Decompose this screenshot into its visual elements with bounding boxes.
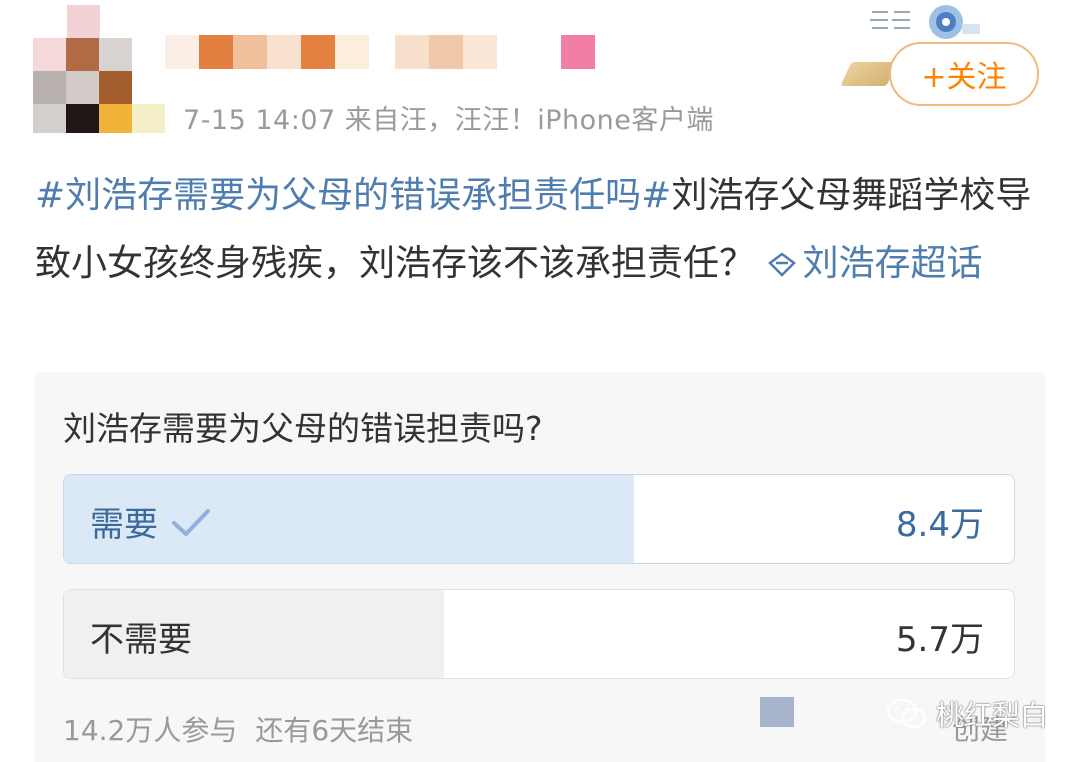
follow-label: +关注 [921, 60, 1007, 95]
poll-footer: 14.2万人参与 还有6天结束 [63, 709, 431, 749]
poll-option-label: 不需要 [90, 620, 192, 660]
check-icon [172, 508, 210, 536]
follow-button[interactable]: +关注 [889, 42, 1039, 106]
poll-remaining: 还有6天结束 [255, 714, 414, 747]
poll-option-label: 需要 [90, 505, 158, 545]
hashtag-link[interactable]: #刘浩存需要为父母的错误承担责任吗# [35, 175, 671, 216]
post-text: #刘浩存需要为父母的错误承担责任吗#刘浩存父母舞蹈学校导致小女孩终身残疾，刘浩存… [35, 162, 1035, 298]
poll-participants: 14.2万人参与 [63, 714, 238, 747]
poll-option-not-need[interactable]: 不需要 5.7万 [63, 589, 1015, 679]
artifact-block [760, 697, 794, 727]
avatar[interactable] [33, 5, 165, 133]
super-topic-label: 刘浩存超话 [802, 243, 983, 284]
post-meta: 7-15 14:07 来自汪，汪汪！iPhone客户端 [183, 105, 714, 136]
wechat-icon [886, 698, 927, 729]
watermark: 桃红梨白 [886, 694, 1048, 734]
poll-option-need[interactable]: 需要 8.4万 [63, 474, 1015, 564]
super-topic-link[interactable]: 刘浩存超话 [766, 243, 982, 284]
username-blurred[interactable] [165, 35, 595, 69]
badge-icon [870, 5, 980, 39]
poll-question: 刘浩存需要为父母的错误担责吗? [63, 409, 543, 448]
super-topic-diamond-icon [768, 252, 797, 277]
poll-option-count: 5.7万 [895, 620, 984, 660]
poll-option-count: 8.4万 [895, 505, 984, 545]
watermark-text: 桃红梨白 [936, 699, 1049, 732]
